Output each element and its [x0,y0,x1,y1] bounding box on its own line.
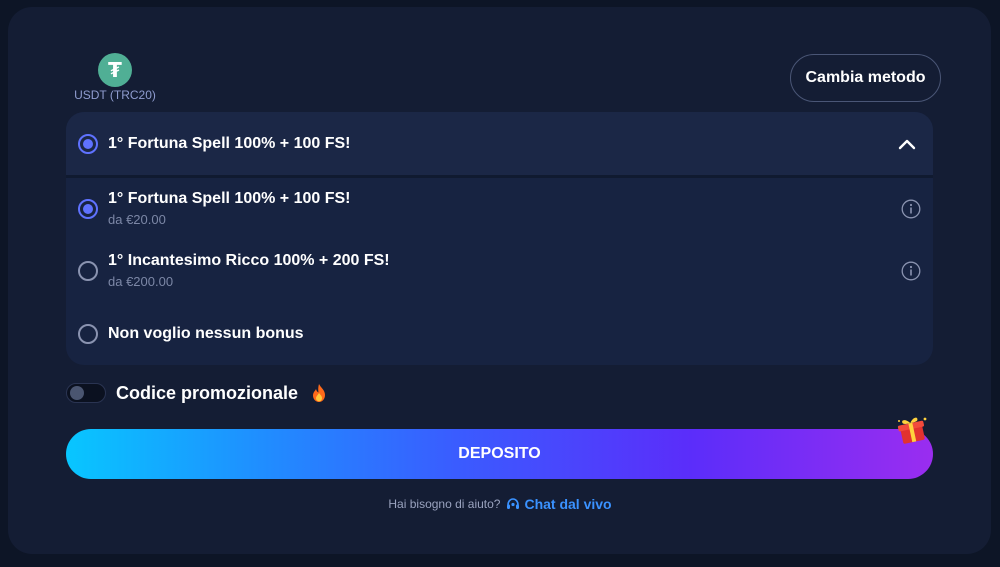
chevron-up-icon[interactable] [897,134,917,154]
bonus-option-radio[interactable] [78,199,98,219]
bonus-option-min-deposit: da €200.00 [108,274,174,289]
bonus-option-radio[interactable] [78,324,98,344]
headset-icon [507,498,520,509]
bonus-option-name: 1° Incantesimo Ricco 100% + 200 FS! [108,252,390,269]
fire-icon [313,384,326,402]
selected-bonus-radio [78,133,98,154]
live-chat-link[interactable]: Chat dal vivo [506,496,612,512]
promo-code-label: Codice promozionale [116,382,299,403]
bonus-option-name: 1° Fortuna Spell 100% + 100 FS! [108,190,351,207]
content-layer: 1° Fortuna Spell 100% + 100 FS! 1° Fortu… [0,0,1000,567]
info-icon[interactable] [901,261,921,281]
bonus-option-radio[interactable] [78,261,98,281]
live-chat-label: Chat dal vivo [524,496,612,512]
promo-code-toggle[interactable] [66,383,106,403]
bonus-option-fortuna-spell[interactable]: 1° Fortuna Spell 100% + 100 FS! da €20.0… [78,190,921,230]
bonus-option-min-deposit: da €20.00 [108,212,166,227]
help-text: Hai bisogno di aiuto? [388,497,501,511]
bonus-option-incantesimo-ricco[interactable]: 1° Incantesimo Ricco 100% + 200 FS! da €… [78,252,921,292]
bonus-selector: 1° Fortuna Spell 100% + 100 FS! 1° Fortu… [66,112,933,365]
bonus-dropdown-header[interactable]: 1° Fortuna Spell 100% + 100 FS! [66,112,933,175]
selected-bonus-title: 1° Fortuna Spell 100% + 100 FS! [108,134,351,152]
help-row: Hai bisogno di aiuto? Chat dal vivo [0,496,1000,512]
deposit-button[interactable]: DEPOSITO [66,429,933,479]
header-divider [66,175,933,178]
bonus-option-no-bonus[interactable]: Non voglio nessun bonus [78,322,921,346]
gift-icon [897,417,927,444]
info-icon[interactable] [901,199,921,219]
bonus-option-name: Non voglio nessun bonus [108,325,304,342]
promo-code-row: Codice promozionale [66,380,328,406]
